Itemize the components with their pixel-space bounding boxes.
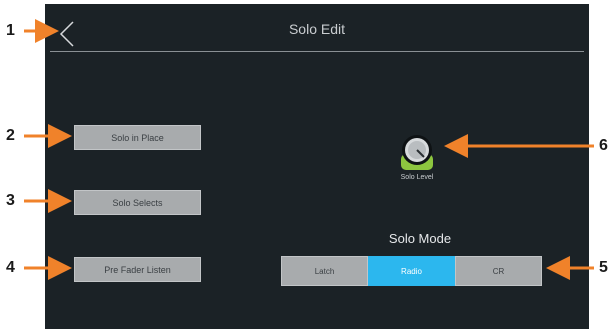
callout-number-6: 6 [599,137,608,154]
callout-number-1: 1 [6,22,15,39]
callout-number-2: 2 [6,127,15,144]
callout-number-4: 4 [6,259,15,276]
callout-number-3: 3 [6,192,15,209]
callout-number-5: 5 [599,259,608,276]
callout-arrows [24,19,594,280]
